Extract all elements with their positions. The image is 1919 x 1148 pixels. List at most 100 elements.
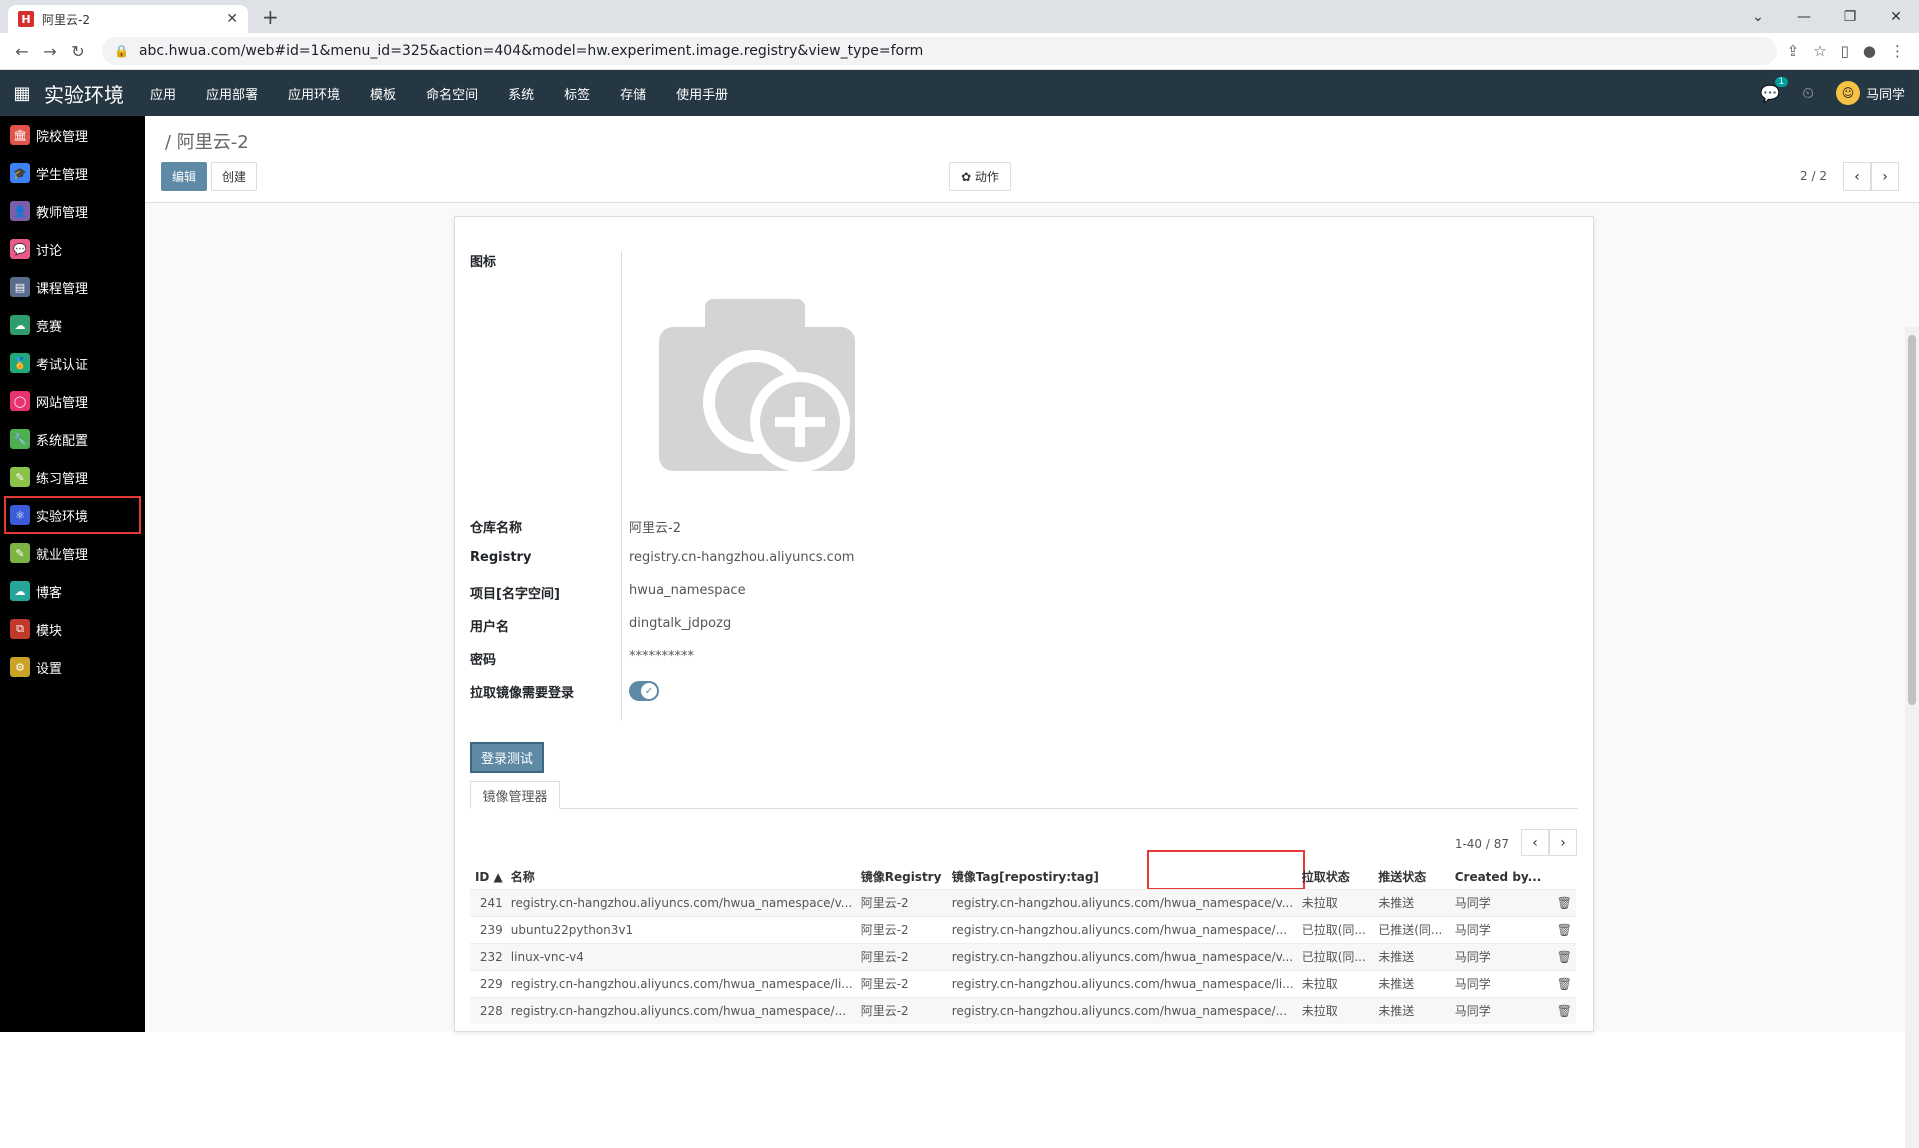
tab-search-icon[interactable]: ⌄ bbox=[1735, 9, 1781, 25]
tab-image-manager[interactable]: 镜像管理器 bbox=[470, 781, 560, 809]
cell-created-by: 马同学 bbox=[1450, 969, 1546, 997]
menu-item-system[interactable]: 系统 bbox=[508, 84, 534, 103]
delete-row-icon[interactable]: 🗑 bbox=[1545, 888, 1576, 916]
control-panel: / 阿里云-2 编辑 创建 ✿ 动作 2 / 2 ‹ › bbox=[145, 116, 1919, 203]
restore-icon[interactable]: ❐ bbox=[1827, 9, 1873, 25]
table-row[interactable]: 228 registry.cn-hangzhou.aliyuncs.com/hwu… bbox=[470, 996, 1576, 1024]
list-next-icon[interactable]: › bbox=[1549, 829, 1577, 856]
sidebar-item[interactable]: ☁ 竞赛 bbox=[0, 306, 145, 344]
field-value-namespace[interactable]: hwua_namespace bbox=[629, 583, 746, 598]
table-row[interactable]: 239 ubuntu22python3v1 阿里云-2 registry.cn-han… bbox=[470, 915, 1576, 943]
sidebar-item[interactable]: 👤 教师管理 bbox=[0, 192, 145, 230]
sidebar-item-label: 竞赛 bbox=[36, 319, 63, 335]
cell-registry: 阿里云-2 bbox=[856, 915, 948, 943]
list-prev-icon[interactable]: ‹ bbox=[1521, 829, 1549, 856]
sidebar-item[interactable]: 🏛 院校管理 bbox=[0, 116, 145, 154]
sidebar-item-label: 博客 bbox=[36, 585, 63, 601]
user-name: 马同学 bbox=[1865, 87, 1905, 103]
menu-item-manual[interactable]: 使用手册 bbox=[676, 84, 728, 103]
cell-tag: registry.cn-hangzhou.aliyuncs.com/hwua_n… bbox=[947, 888, 1298, 916]
sidebar-item[interactable]: ⚛ 实验环境 bbox=[4, 496, 141, 534]
scrollbar-thumb[interactable] bbox=[1908, 335, 1916, 705]
chat-icon[interactable]: 💬 1 bbox=[1760, 76, 1789, 103]
next-record-icon[interactable]: › bbox=[1871, 162, 1899, 191]
login-test-button[interactable]: 登录测试 bbox=[470, 742, 544, 773]
col-pull-status[interactable]: 拉取状态 bbox=[1298, 865, 1375, 889]
menu-item-env[interactable]: 应用环境 bbox=[288, 84, 340, 103]
scrollbar[interactable] bbox=[1905, 327, 1919, 1148]
apps-grid-icon[interactable]: ▦ bbox=[0, 83, 44, 104]
sidebar-item[interactable]: ⧉ 模块 bbox=[0, 610, 145, 648]
sidebar-item-icon: ⚛ bbox=[10, 505, 30, 525]
url-text: abc.hwua.com/web#id=1&menu_id=325&action… bbox=[138, 43, 924, 59]
sidebar-item[interactable]: ▤ 课程管理 bbox=[0, 268, 145, 306]
star-icon[interactable]: ☆ bbox=[1813, 42, 1826, 60]
col-push-status[interactable]: 推送状态 bbox=[1374, 865, 1451, 889]
breadcrumb[interactable]: / 阿里云-2 bbox=[165, 128, 249, 154]
table-row[interactable]: 241 registry.cn-hangzhou.aliyuncs.com/hwu… bbox=[470, 888, 1576, 916]
back-icon[interactable]: ← bbox=[8, 42, 36, 61]
sidebar-item-icon: ⚙ bbox=[10, 657, 30, 677]
clock-icon[interactable]: ⏲ bbox=[1802, 84, 1814, 102]
sidebar-item[interactable]: 🏅 考试认证 bbox=[0, 344, 145, 382]
table-row[interactable]: 232 linux-vnc-v4 阿里云-2 registry.cn-hangzhou… bbox=[470, 942, 1576, 970]
delete-row-icon[interactable]: 🗑 bbox=[1545, 942, 1576, 970]
new-tab-icon[interactable]: + bbox=[262, 5, 279, 29]
field-value-registry[interactable]: registry.cn-hangzhou.aliyuncs.com bbox=[629, 550, 854, 565]
cell-registry: 阿里云-2 bbox=[856, 888, 948, 916]
prev-record-icon[interactable]: ‹ bbox=[1843, 162, 1871, 191]
menu-item-deploy[interactable]: 应用部署 bbox=[206, 84, 258, 103]
sidebar-item[interactable]: ⚙ 设置 bbox=[0, 648, 145, 686]
sidebar-item[interactable]: 💬 讨论 bbox=[0, 230, 145, 268]
delete-row-icon[interactable]: 🗑 bbox=[1545, 915, 1576, 943]
pull-login-toggle[interactable] bbox=[629, 681, 659, 701]
sidebar-item[interactable]: ✎ 练习管理 bbox=[0, 458, 145, 496]
app-brand[interactable]: 实验环境 bbox=[44, 79, 124, 108]
field-label-username: 用户名 bbox=[470, 620, 510, 635]
sidebar-item-label: 讨论 bbox=[36, 243, 63, 259]
field-value-password[interactable]: ********** bbox=[629, 649, 694, 664]
col-name[interactable]: 名称 bbox=[507, 865, 857, 889]
sidebar-item-icon: ⧉ bbox=[10, 619, 30, 639]
field-value-username[interactable]: dingtalk_jdpozg bbox=[629, 616, 731, 631]
reload-icon[interactable]: ↻ bbox=[64, 42, 92, 61]
close-window-icon[interactable]: ✕ bbox=[1873, 9, 1919, 25]
create-button[interactable]: 创建 bbox=[211, 162, 257, 191]
menu-item-namespace[interactable]: 命名空间 bbox=[426, 84, 478, 103]
delete-row-icon[interactable]: 🗑 bbox=[1545, 969, 1576, 997]
col-tag[interactable]: 镜像Tag[repostiry:tag] bbox=[948, 865, 1298, 889]
close-tab-icon[interactable]: ✕ bbox=[226, 11, 238, 27]
col-id[interactable]: ID ▲ bbox=[470, 865, 507, 889]
edit-button[interactable]: 编辑 bbox=[161, 162, 207, 191]
col-created-by[interactable]: Created by... bbox=[1451, 865, 1546, 889]
sidebar-item[interactable]: ◯ 网站管理 bbox=[0, 382, 145, 420]
table-row[interactable]: 229 registry.cn-hangzhou.aliyuncs.com/hwu… bbox=[470, 969, 1576, 997]
menu-item-app[interactable]: 应用 bbox=[150, 84, 176, 103]
lock-icon[interactable]: 🔒 bbox=[114, 44, 129, 58]
cell-id: 241 bbox=[470, 888, 507, 916]
camera-add-icon[interactable] bbox=[655, 297, 855, 477]
menu-item-template[interactable]: 模板 bbox=[370, 84, 396, 103]
sidebar-icon[interactable]: ▯ bbox=[1841, 42, 1849, 60]
field-value-name[interactable]: 阿里云-2 bbox=[629, 517, 681, 536]
profile-icon[interactable]: ● bbox=[1863, 42, 1876, 60]
col-registry[interactable]: 镜像Registry bbox=[857, 865, 948, 889]
user-menu[interactable]: ☺ 马同学 bbox=[1835, 81, 1905, 105]
browser-tab[interactable]: H 阿里云-2 ✕ bbox=[8, 5, 248, 33]
sidebar-item[interactable]: ☁ 博客 bbox=[0, 572, 145, 610]
action-button[interactable]: ✿ 动作 bbox=[949, 162, 1011, 191]
sidebar-item[interactable]: 🎓 学生管理 bbox=[0, 154, 145, 192]
forward-icon[interactable]: → bbox=[36, 42, 64, 61]
menu-icon[interactable]: ⋮ bbox=[1890, 42, 1905, 60]
sidebar-item-label: 就业管理 bbox=[36, 547, 89, 563]
delete-row-icon[interactable]: 🗑 bbox=[1545, 996, 1576, 1024]
menu-item-storage[interactable]: 存储 bbox=[620, 84, 646, 103]
menu-item-tags[interactable]: 标签 bbox=[564, 84, 590, 103]
share-icon[interactable]: ⇪ bbox=[1787, 42, 1800, 60]
sidebar-item-icon: ☁ bbox=[10, 581, 30, 601]
minimize-icon[interactable]: — bbox=[1781, 9, 1827, 25]
url-input[interactable]: 🔒 abc.hwua.com/web#id=1&menu_id=325&acti… bbox=[102, 37, 1777, 65]
sidebar-item[interactable]: 🔧 系统配置 bbox=[0, 420, 145, 458]
sidebar-item[interactable]: ✎ 就业管理 bbox=[0, 534, 145, 572]
icon-label: 图标 bbox=[470, 255, 497, 270]
